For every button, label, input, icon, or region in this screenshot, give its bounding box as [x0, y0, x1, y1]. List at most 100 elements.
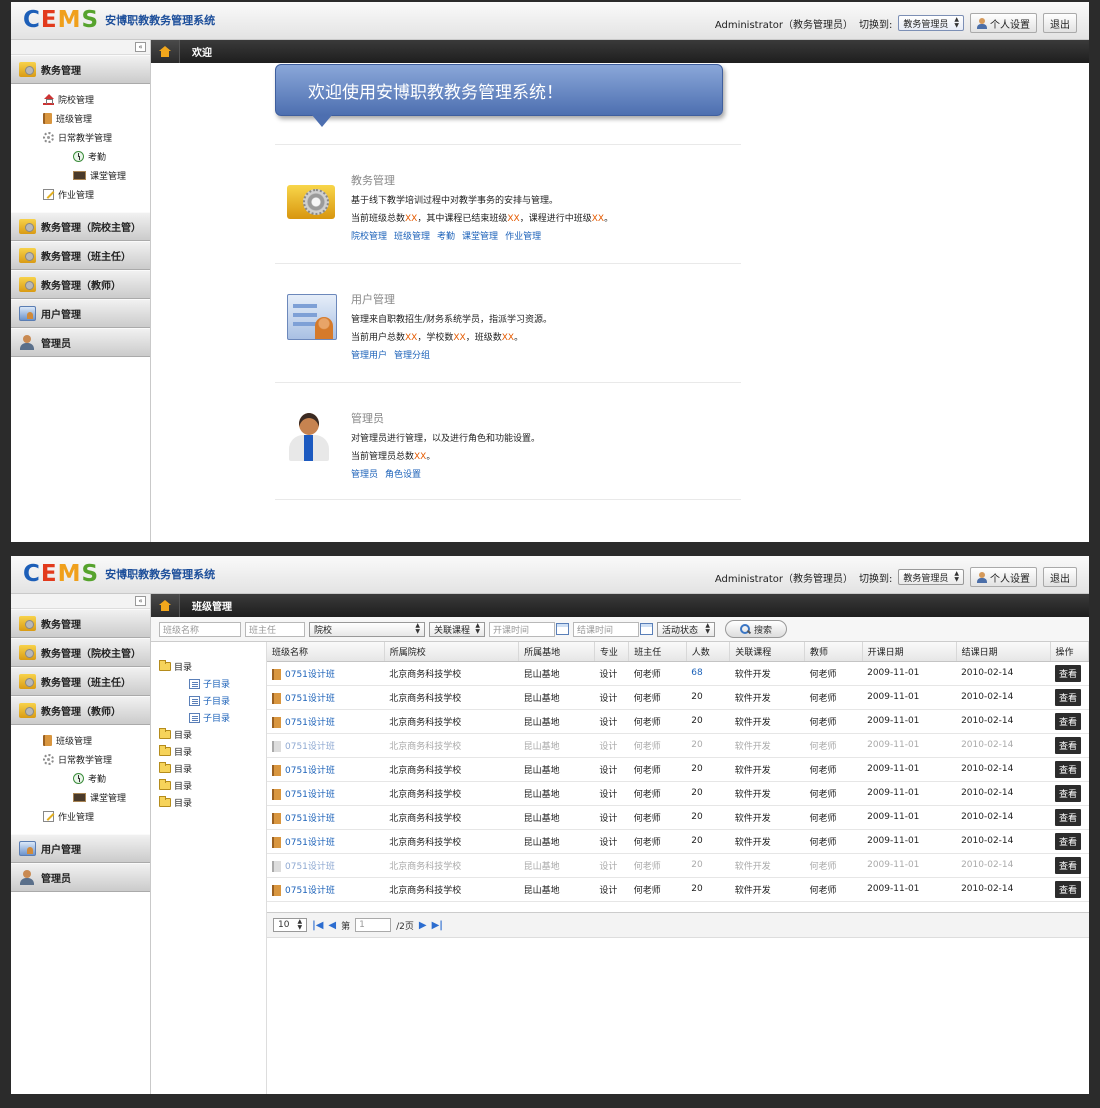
role-select[interactable]: 教务管理员 ▲ ▼	[898, 569, 964, 585]
settings-button[interactable]: 个人设置	[970, 13, 1037, 33]
class-name-link[interactable]: 0751设计班	[285, 670, 335, 680]
course-select[interactable]: 关联课程 ▲ ▼	[429, 621, 485, 637]
collapse-sidebar-icon[interactable]: «	[135, 42, 146, 52]
link-manage-groups[interactable]: 管理分组	[394, 348, 430, 361]
class-name-link[interactable]: 0751设计班	[285, 790, 335, 800]
class-name-link[interactable]: 0751设计班	[285, 838, 335, 848]
tree-node[interactable]: 目录	[159, 777, 266, 794]
table-row[interactable]: 0751设计班 北京商务科技学校 昆山基地 设计 何老师 20 软件开发 何老师 2009-11…	[267, 733, 1089, 758]
link-admins[interactable]: 管理员	[351, 467, 378, 480]
nav-head-admin[interactable]: 管理员	[11, 328, 150, 357]
table-row[interactable]: 0751设计班 北京商务科技学校 昆山基地 设计 何老师 20 软件开发 何老师 2009-11…	[267, 709, 1089, 734]
tab-welcome[interactable]: 欢迎	[192, 44, 212, 59]
column-header[interactable]: 所属基地	[518, 642, 595, 662]
view-button[interactable]: 查看	[1055, 736, 1082, 754]
link-attendance[interactable]: 考勤	[437, 229, 455, 242]
link-classroom[interactable]: 课堂管理	[462, 229, 498, 242]
next-page-icon[interactable]: ▶	[419, 920, 427, 931]
role-select[interactable]: 教务管理员 ▲ ▼	[898, 15, 964, 31]
sidebar-item-attendance[interactable]: 考勤	[11, 769, 150, 788]
view-button[interactable]: 查看	[1055, 832, 1082, 850]
class-name-link[interactable]: 0751设计班	[285, 742, 335, 752]
status-select[interactable]: 活动状态 ▲ ▼	[657, 621, 715, 637]
view-button[interactable]: 查看	[1055, 784, 1082, 802]
school-select[interactable]: 院校 ▲ ▼	[309, 621, 425, 637]
view-button[interactable]: 查看	[1055, 712, 1082, 730]
class-name-input[interactable]: 班级名称	[159, 621, 241, 637]
column-header[interactable]: 班主任	[628, 642, 687, 662]
class-name-link[interactable]: 0751设计班	[285, 694, 335, 704]
home-tab[interactable]	[151, 40, 180, 63]
nav-head-edu[interactable]: 教务管理	[11, 55, 150, 84]
link-homework[interactable]: 作业管理	[505, 229, 541, 242]
column-header[interactable]: 关联课程	[729, 642, 805, 662]
tree-child-node[interactable]: 子目录	[159, 675, 266, 692]
view-button[interactable]: 查看	[1055, 808, 1082, 826]
nav-head-class-teacher[interactable]: 教务管理（班主任）	[11, 241, 150, 270]
table-row[interactable]: 0751设计班 北京商务科技学校 昆山基地 设计 何老师 20 软件开发 何老师 2009-11…	[267, 829, 1089, 854]
table-row[interactable]: 0751设计班 北京商务科技学校 昆山基地 设计 何老师 20 软件开发 何老师 2009-11…	[267, 877, 1089, 902]
table-row[interactable]: 0751设计班 北京商务科技学校 昆山基地 设计 何老师 20 软件开发 何老师 2009-11…	[267, 685, 1089, 710]
view-button[interactable]: 查看	[1055, 880, 1082, 898]
table-row[interactable]: 0751设计班 北京商务科技学校 昆山基地 设计 何老师 68 软件开发 何老师 2009-11…	[267, 661, 1089, 686]
tree-node[interactable]: 目录	[159, 760, 266, 777]
class-name-link[interactable]: 0751设计班	[285, 718, 335, 728]
view-button[interactable]: 查看	[1055, 856, 1082, 874]
settings-button[interactable]: 个人设置	[970, 567, 1037, 587]
sidebar-item-homework[interactable]: 作业管理	[11, 185, 150, 204]
table-row[interactable]: 0751设计班 北京商务科技学校 昆山基地 设计 何老师 20 软件开发 何老师 2009-11…	[267, 805, 1089, 830]
collapse-sidebar-icon[interactable]: «	[135, 596, 146, 606]
view-button[interactable]: 查看	[1055, 664, 1082, 682]
column-header[interactable]: 所属院校	[384, 642, 520, 662]
first-page-icon[interactable]: |◀	[312, 920, 323, 931]
search-button[interactable]: 搜索	[725, 620, 788, 638]
sidebar-item-homework[interactable]: 作业管理	[11, 807, 150, 826]
last-page-icon[interactable]: ▶|	[432, 920, 443, 931]
nav-head-teacher[interactable]: 教务管理（教师）	[11, 696, 150, 725]
column-header[interactable]: 开课日期	[862, 642, 957, 662]
class-name-link[interactable]: 0751设计班	[285, 766, 335, 776]
link-class[interactable]: 班级管理	[394, 229, 430, 242]
sidebar-item-daily-teaching[interactable]: 日常教学管理	[11, 750, 150, 769]
student-count-link[interactable]: 68	[691, 668, 702, 678]
table-row[interactable]: 0751设计班 北京商务科技学校 昆山基地 设计 何老师 20 软件开发 何老师 2009-11…	[267, 757, 1089, 782]
tree-child-node[interactable]: 子目录	[159, 709, 266, 726]
class-name-link[interactable]: 0751设计班	[285, 886, 335, 896]
view-button[interactable]: 查看	[1055, 760, 1082, 778]
nav-head-admin[interactable]: 管理员	[11, 863, 150, 892]
nav-head-edu[interactable]: 教务管理	[11, 609, 150, 638]
sidebar-item-class[interactable]: 班级管理	[11, 731, 150, 750]
view-button[interactable]: 查看	[1055, 688, 1082, 706]
nav-head-class-teacher[interactable]: 教务管理（班主任）	[11, 667, 150, 696]
column-header[interactable]: 结课日期	[956, 642, 1051, 662]
table-row[interactable]: 0751设计班 北京商务科技学校 昆山基地 设计 何老师 20 软件开发 何老师 2009-11…	[267, 781, 1089, 806]
page-size-select[interactable]: 10 ▲ ▼	[273, 918, 308, 932]
calendar-icon[interactable]	[640, 623, 653, 635]
tab-class-management[interactable]: 班级管理	[192, 598, 232, 613]
end-date-input[interactable]: 结课时间	[573, 621, 639, 637]
sidebar-item-classroom[interactable]: 课堂管理	[11, 788, 150, 807]
nav-head-users[interactable]: 用户管理	[11, 299, 150, 328]
table-row[interactable]: 0751设计班 北京商务科技学校 昆山基地 设计 何老师 20 软件开发 何老师 2009-11…	[267, 853, 1089, 878]
sidebar-item-attendance[interactable]: 考勤	[11, 147, 150, 166]
logout-button[interactable]: 退出	[1043, 567, 1077, 587]
head-teacher-input[interactable]: 班主任	[245, 621, 305, 637]
tree-node[interactable]: 目录	[159, 658, 266, 675]
nav-head-school-admin[interactable]: 教务管理（院校主管）	[11, 638, 150, 667]
column-header[interactable]: 教师	[804, 642, 863, 662]
prev-page-icon[interactable]: ◀	[328, 920, 336, 931]
column-header[interactable]: 人数	[686, 642, 731, 662]
home-tab[interactable]	[151, 594, 180, 617]
class-name-link[interactable]: 0751设计班	[285, 862, 335, 872]
page-number-input[interactable]: 1	[355, 918, 392, 932]
tree-node[interactable]: 目录	[159, 743, 266, 760]
sidebar-item-daily-teaching[interactable]: 日常教学管理	[11, 128, 150, 147]
calendar-icon[interactable]	[556, 623, 569, 635]
sidebar-item-school[interactable]: 院校管理	[11, 90, 150, 109]
sidebar-item-classroom[interactable]: 课堂管理	[11, 166, 150, 185]
column-header[interactable]: 班级名称	[267, 642, 385, 662]
start-date-input[interactable]: 开课时间	[489, 621, 555, 637]
tree-node[interactable]: 目录	[159, 726, 266, 743]
tree-child-node[interactable]: 子目录	[159, 692, 266, 709]
link-roles[interactable]: 角色设置	[385, 467, 421, 480]
